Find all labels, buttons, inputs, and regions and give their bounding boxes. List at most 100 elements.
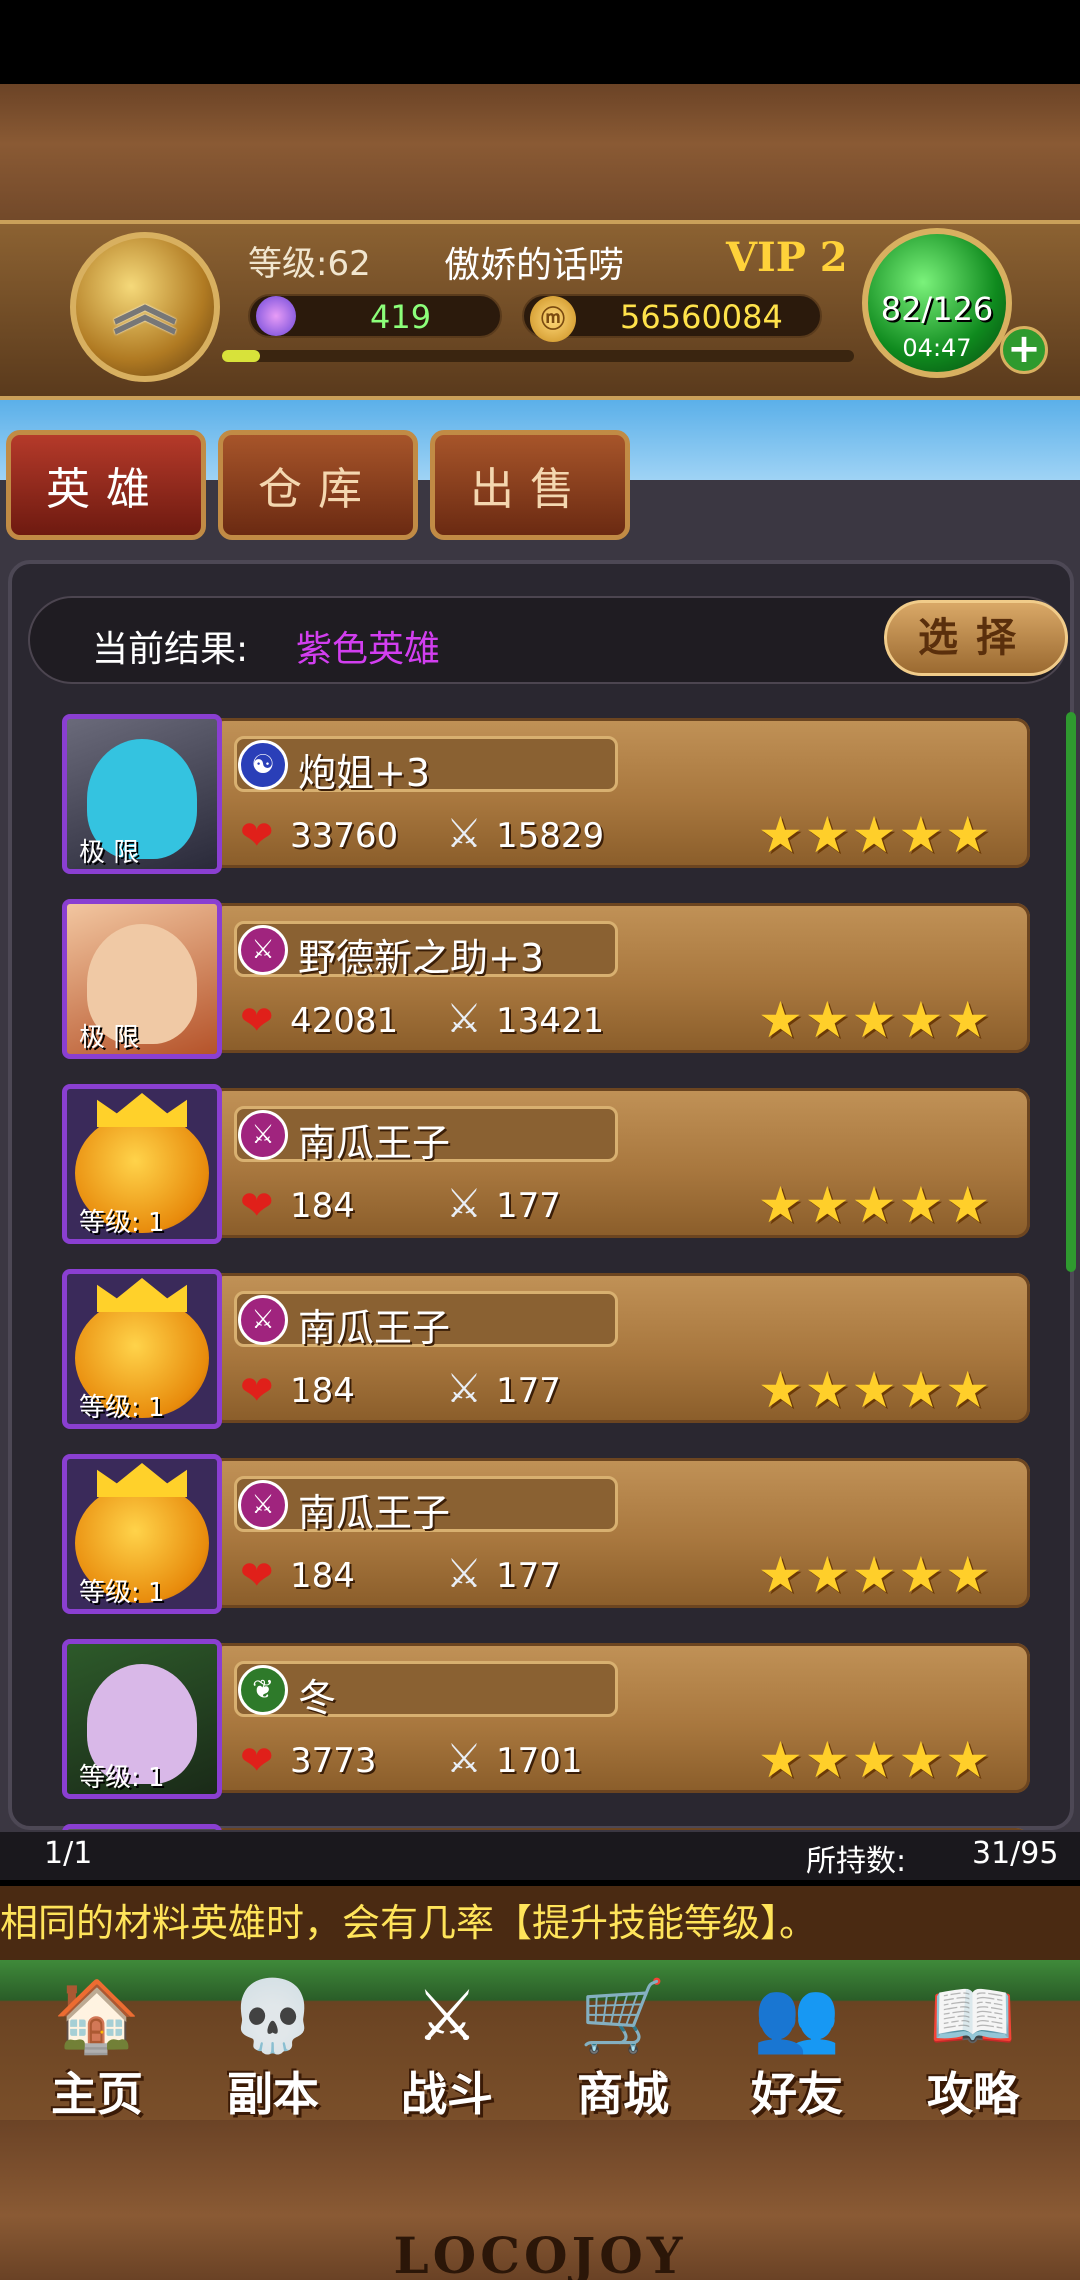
hero-tag: 极 限 <box>79 1023 140 1053</box>
rank-chevron-icon: ︽ <box>113 270 177 344</box>
tab-sell[interactable]: 出售 <box>430 430 630 540</box>
hero-portrait[interactable]: 极 限 <box>62 714 222 874</box>
status-bar <box>0 0 1080 84</box>
list-footer <box>0 1832 1080 1884</box>
hero-portrait[interactable]: 等级: 1 <box>62 1084 222 1244</box>
hero-name: 冬 <box>298 1676 337 1720</box>
hero-tag: 等级: 1 <box>79 1208 165 1238</box>
ticker-text: 相同的材料英雄时，会有几率【提升技能等级】。 <box>0 1901 818 1945</box>
nav-item[interactable]: 💀 副本 <box>198 1968 348 2121</box>
nav-item[interactable]: 🏠 主页 <box>22 1968 172 2121</box>
hero-stars: ★★★★★ <box>758 991 993 1049</box>
heart-icon: ❤ <box>240 1368 274 1414</box>
hero-list[interactable]: 极 限 ☯ 炮姐+3 ❤ 33760 ⚔ 15829 ★★★★★ 极 限 ⚔ 野… <box>0 710 1080 1830</box>
heart-icon: ❤ <box>240 998 274 1044</box>
gem-icon <box>256 296 296 336</box>
hero-attack: 177 <box>496 1186 561 1226</box>
crown-icon <box>97 1463 187 1497</box>
crossed-swords-icon: ⚔ <box>446 811 482 857</box>
hero-row[interactable]: 等级: 1 ⚔ 南瓜王子 ❤ 184 ⚔ 177 ★★★★★ <box>0 1082 1080 1250</box>
owned-count: 31/95 <box>972 1836 1059 1871</box>
top-wood-frame <box>0 84 1080 234</box>
hero-row[interactable]: 等级: 1 ❦ 冬 ❤ 3773 ⚔ 1701 ★★★★★ <box>0 1637 1080 1805</box>
crossed-swords-icon: ⚔ <box>446 1366 482 1412</box>
heart-icon: ❤ <box>240 813 274 859</box>
book-icon: 📖 <box>929 1975 1017 2057</box>
crossed-swords-icon: ⚔ <box>446 1736 482 1782</box>
player-level: 等级:62 <box>248 244 371 284</box>
hero-tag: 等级: 1 <box>79 1763 165 1793</box>
hero-name: 南瓜王子 <box>298 1491 451 1535</box>
heart-icon: ❤ <box>240 1738 274 1784</box>
element-icon: ❦ <box>238 1665 288 1715</box>
element-icon: ⚔ <box>238 1480 288 1530</box>
hero-stars: ★★★★★ <box>758 1176 993 1234</box>
sword-icon: ⚔ <box>415 1975 479 2057</box>
gem-count: 419 <box>370 298 432 336</box>
hero-portrait[interactable]: 等级: 1 <box>62 1454 222 1614</box>
hero-attack: 177 <box>496 1371 561 1411</box>
heart-icon: ❤ <box>240 1183 274 1229</box>
hero-hp: 184 <box>290 1186 355 1226</box>
hero-card-plank <box>210 1828 1030 1830</box>
nav-item[interactable]: 👥 好友 <box>722 1968 872 2121</box>
hero-attack: 13421 <box>496 1001 605 1041</box>
hero-portrait[interactable] <box>62 1824 222 1830</box>
hero-tag: 等级: 1 <box>79 1393 165 1423</box>
hero-name: 炮姐+3 <box>298 751 431 795</box>
hero-row[interactable]: 等级: 1 ⚔ 南瓜王子 ❤ 184 ⚔ 177 ★★★★★ <box>0 1452 1080 1620</box>
rank-badge[interactable]: ︽ <box>70 232 220 382</box>
hero-portrait[interactable]: 等级: 1 <box>62 1639 222 1799</box>
crossed-swords-icon: ⚔ <box>446 1551 482 1597</box>
hero-row[interactable]: 极 限 ⚔ 野德新之助+3 ❤ 42081 ⚔ 13421 ★★★★★ <box>0 897 1080 1065</box>
hero-hp: 184 <box>290 1371 355 1411</box>
hero-row[interactable]: 等级: 1 ⚔ 南瓜王子 ❤ 184 ⚔ 177 ★★★★★ <box>0 1267 1080 1435</box>
brand-logo: LOCOJOY <box>393 2226 687 2280</box>
energy-count: 82/126 <box>880 290 994 328</box>
nav-label: 商城 <box>577 2067 669 2121</box>
add-energy-button[interactable]: + <box>1000 326 1048 374</box>
element-icon: ⚔ <box>238 1110 288 1160</box>
element-icon: ⚔ <box>238 1295 288 1345</box>
filter-value: 紫色英雄 <box>296 629 441 670</box>
nav-item[interactable]: 📖 攻略 <box>898 1968 1048 2121</box>
vip-badge[interactable]: VIP 2 <box>726 234 848 281</box>
hero-hp: 33760 <box>290 816 399 856</box>
page-number: 1/1 <box>44 1836 93 1871</box>
skull-icon: 💀 <box>229 1975 317 2057</box>
crossed-swords-icon: ⚔ <box>446 996 482 1042</box>
xp-bar <box>222 350 854 362</box>
hero-stars: ★★★★★ <box>758 806 993 864</box>
heart-icon: ❤ <box>240 1553 274 1599</box>
hero-attack: 1701 <box>496 1741 583 1781</box>
nav-label: 主页 <box>51 2067 143 2121</box>
shop-icon: 🛒 <box>579 1975 667 2057</box>
hero-tag: 等级: 1 <box>79 1578 165 1608</box>
hero-row[interactable]: 极 限 ☯ 炮姐+3 ❤ 33760 ⚔ 15829 ★★★★★ <box>0 712 1080 880</box>
crown-icon <box>97 1093 187 1127</box>
hero-tag: 极 限 <box>79 838 140 868</box>
crossed-swords-icon: ⚔ <box>446 1181 482 1227</box>
nav-label: 战斗 <box>401 2067 493 2121</box>
hero-portrait[interactable]: 等级: 1 <box>62 1269 222 1429</box>
hero-hp: 184 <box>290 1556 355 1596</box>
coin-icon: ⓜ <box>530 296 576 342</box>
tab-warehouse[interactable]: 仓库 <box>218 430 418 540</box>
owned-label: 所持数: <box>806 1844 907 1879</box>
filter-label: 当前结果: <box>92 629 249 670</box>
hero-row[interactable]: ☯ 血精灵法师+ <box>0 1822 1080 1830</box>
tab-heroes[interactable]: 英雄 <box>6 430 206 540</box>
hero-portrait[interactable]: 极 限 <box>62 899 222 1059</box>
xp-bar-fill <box>222 350 260 362</box>
nav-item[interactable]: ⚔ 战斗 <box>372 1968 522 2121</box>
nav-label: 副本 <box>227 2067 319 2121</box>
hero-hp: 42081 <box>290 1001 399 1041</box>
hero-name: 南瓜王子 <box>298 1121 451 1165</box>
nav-item[interactable]: 🛒 商城 <box>548 1968 698 2121</box>
crown-icon <box>97 1278 187 1312</box>
friends-icon: 👥 <box>753 1975 841 2057</box>
select-filter-button[interactable]: 选择 <box>884 600 1068 676</box>
hero-name-box <box>234 1661 618 1717</box>
scrollbar[interactable] <box>1066 712 1076 1272</box>
hero-attack: 177 <box>496 1556 561 1596</box>
